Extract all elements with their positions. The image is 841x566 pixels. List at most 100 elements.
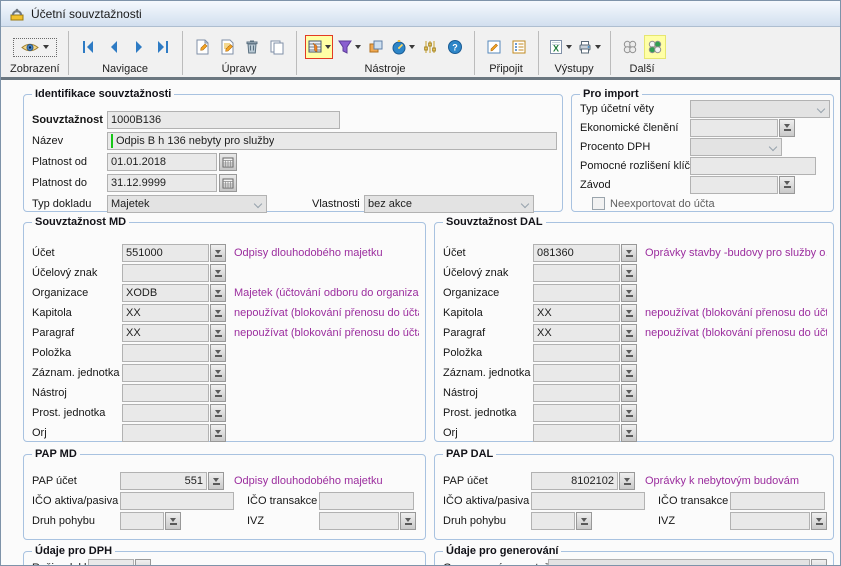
dal-polozka-field[interactable] [533, 344, 620, 362]
dal-kapitola-field[interactable]: XX [533, 304, 620, 322]
dal-prost-jednotka-field[interactable] [533, 404, 620, 422]
lookup-button[interactable] [210, 364, 226, 382]
lookup-button[interactable] [621, 404, 637, 422]
lookup-button[interactable] [210, 424, 226, 442]
clover-green-button[interactable] [644, 35, 666, 59]
typ-dokladu-select[interactable]: Majetek [107, 195, 267, 213]
md-organizace-field[interactable]: XODB [122, 284, 209, 302]
lookup-button[interactable] [210, 344, 226, 362]
lookup-button[interactable] [779, 119, 795, 137]
lookup-button[interactable] [210, 304, 226, 322]
nav-first-button[interactable] [77, 35, 99, 59]
print-button[interactable] [576, 35, 602, 59]
column-filter-button[interactable] [305, 35, 333, 59]
lookup-button[interactable] [621, 324, 637, 342]
lookup-button[interactable] [165, 512, 181, 530]
edit-record-button[interactable] [216, 35, 238, 59]
pap-md-ivz-field[interactable] [319, 512, 399, 530]
pap-dal-ico-transakce-field[interactable] [730, 492, 825, 510]
filter-button[interactable] [336, 35, 362, 59]
lookup-button[interactable] [811, 559, 827, 566]
dal-zaznam-jednotka-field[interactable] [533, 364, 620, 382]
md-polozka-field[interactable] [122, 344, 209, 362]
pomocne-rozliseni-field[interactable] [690, 157, 816, 175]
pap-dal-ico-aktiva-field[interactable] [531, 492, 645, 510]
new-record-button[interactable] [191, 35, 213, 59]
toolbar-group-upravy: Úpravy [184, 28, 295, 78]
settings-button[interactable] [419, 35, 441, 59]
lookup-button[interactable] [135, 559, 151, 566]
neexportovat-checkbox[interactable] [592, 197, 605, 210]
pap-md-druh-pohybu-field[interactable] [120, 512, 164, 530]
attach-list-button[interactable] [508, 35, 530, 59]
lookup-button[interactable] [811, 512, 827, 530]
dal-paragraf-field[interactable]: XX [533, 324, 620, 342]
history-button[interactable] [390, 35, 416, 59]
lookup-button[interactable] [210, 284, 226, 302]
attach-note-button[interactable] [483, 35, 505, 59]
transfer-icon [368, 39, 384, 55]
md-ucelovy-znak-field[interactable] [122, 264, 209, 282]
nav-next-button[interactable] [127, 35, 149, 59]
lookup-button[interactable] [400, 512, 416, 530]
pap-md-ico-transakce-field[interactable] [319, 492, 414, 510]
zavod-field[interactable] [690, 176, 778, 194]
clover-gray-button[interactable] [619, 35, 641, 59]
pap-md-ucet-field[interactable]: 551 [120, 472, 207, 490]
dal-nastroj-field[interactable] [533, 384, 620, 402]
lookup-button[interactable] [621, 384, 637, 402]
procento-dph-select[interactable] [690, 138, 782, 156]
lookup-button[interactable] [621, 364, 637, 382]
pap-dal-ivz-field[interactable] [730, 512, 810, 530]
view-mode-button[interactable] [13, 38, 57, 57]
platnost-od-field[interactable]: 01.01.2018 [107, 153, 217, 171]
help-button[interactable]: ? [444, 35, 466, 59]
generovani-partial-field[interactable] [548, 559, 810, 566]
dal-orj-field[interactable] [533, 424, 620, 442]
transfer-button[interactable] [365, 35, 387, 59]
dal-ucet-field[interactable]: 081360 [533, 244, 620, 262]
lookup-button[interactable] [619, 472, 635, 490]
lookup-button[interactable] [621, 284, 637, 302]
md-nastroj-field[interactable] [122, 384, 209, 402]
nav-prev-button[interactable] [102, 35, 124, 59]
md-zaznam-jednotka-field[interactable] [122, 364, 209, 382]
md-prost-jednotka-field[interactable] [122, 404, 209, 422]
typ-ucetni-vety-select[interactable] [690, 100, 830, 118]
lookup-button[interactable] [576, 512, 592, 530]
dal-organizace-field[interactable] [533, 284, 620, 302]
copy-record-button[interactable] [266, 35, 288, 59]
lookup-button[interactable] [210, 404, 226, 422]
lookup-button[interactable] [779, 176, 795, 194]
md-kapitola-field[interactable]: XX [122, 304, 209, 322]
vlastnosti-select[interactable]: bez akce [364, 195, 534, 213]
calendar-button[interactable] [219, 174, 237, 192]
md-ucet-field[interactable]: 551000 [122, 244, 209, 262]
lookup-button[interactable] [621, 424, 637, 442]
lookup-button[interactable] [210, 324, 226, 342]
lookup-button[interactable] [210, 244, 226, 262]
md-paragraf-field[interactable]: XX [122, 324, 209, 342]
lookup-button[interactable] [208, 472, 224, 490]
delete-record-button[interactable] [241, 35, 263, 59]
nav-last-button[interactable] [152, 35, 174, 59]
lookup-button[interactable] [210, 264, 226, 282]
lookup-button[interactable] [621, 304, 637, 322]
lookup-button[interactable] [621, 244, 637, 262]
dal-ucelovy-znak-field[interactable] [533, 264, 620, 282]
souvztaznost-field[interactable]: 1000B136 [107, 111, 340, 129]
md-orj-field[interactable] [122, 424, 209, 442]
lookup-button[interactable] [210, 384, 226, 402]
export-excel-button[interactable]: X [547, 35, 573, 59]
dph-partial-field[interactable] [88, 559, 134, 566]
platnost-do-field[interactable]: 31.12.9999 [107, 174, 217, 192]
dph-partial-label: Režim dokladu [32, 562, 88, 566]
pap-dal-ucet-field[interactable]: 8102102 [531, 472, 618, 490]
calendar-button[interactable] [219, 153, 237, 171]
nazev-field[interactable]: Odpis B h 136 nebyty pro služby [107, 132, 557, 150]
pap-md-ico-aktiva-field[interactable] [120, 492, 234, 510]
pap-dal-druh-pohybu-field[interactable] [531, 512, 575, 530]
lookup-button[interactable] [621, 264, 637, 282]
lookup-button[interactable] [621, 344, 637, 362]
ekonomicke-cleneni-field[interactable] [690, 119, 778, 137]
